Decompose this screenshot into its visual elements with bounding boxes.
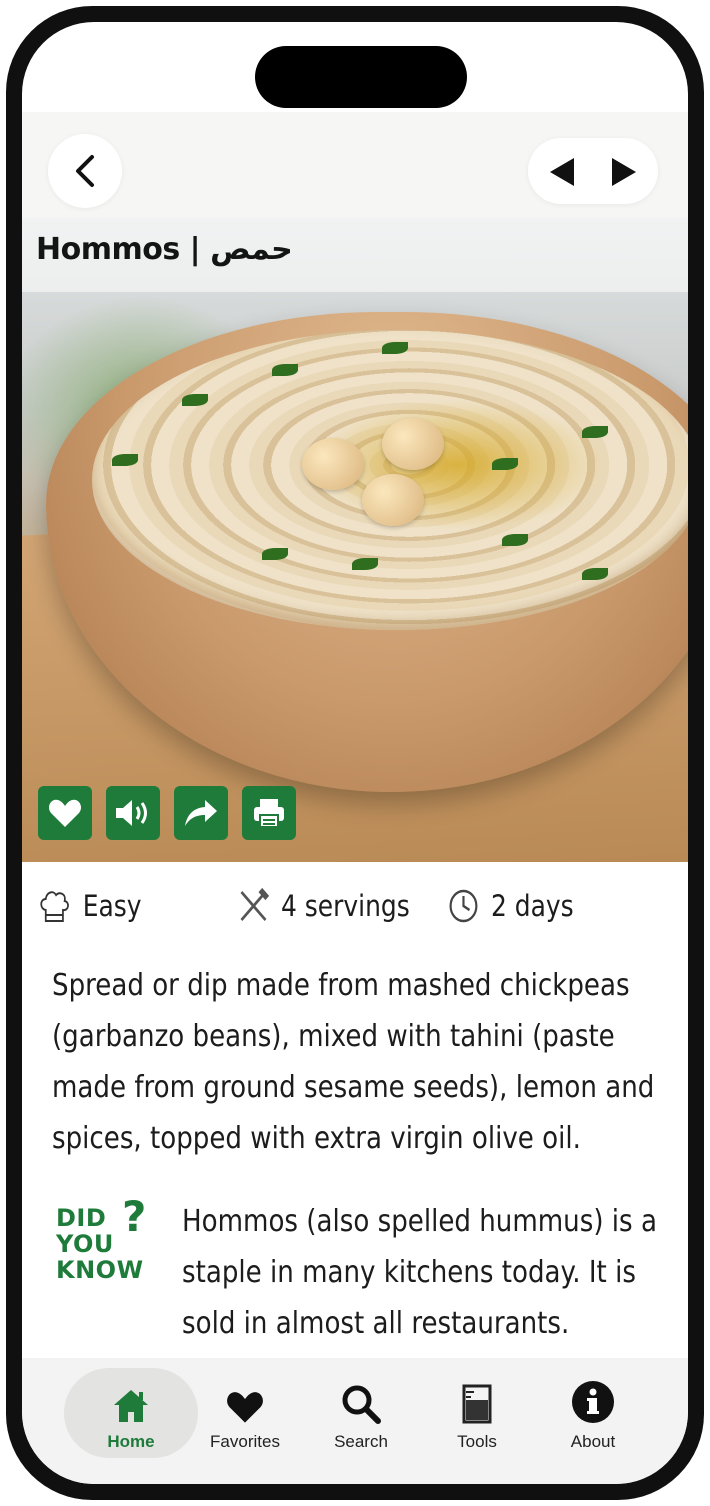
recipe-actions xyxy=(38,786,296,840)
tab-label: Search xyxy=(334,1432,388,1451)
utensils-icon xyxy=(240,888,269,922)
recipe-meta-row: Easy 4 servings 2 days xyxy=(38,876,678,936)
did-you-know-line: DID xyxy=(56,1204,107,1232)
tab-label: Favorites xyxy=(210,1432,280,1451)
chickpea xyxy=(302,438,364,490)
chickpea xyxy=(362,474,424,526)
did-you-know-line: YOU xyxy=(56,1230,114,1258)
did-you-know-line: KNOW xyxy=(56,1256,144,1284)
tab-about[interactable]: About xyxy=(534,1368,652,1458)
back-button[interactable] xyxy=(48,134,122,208)
recipe-pager xyxy=(528,138,658,204)
recipe-description: Spread or dip made from mashed chickpeas… xyxy=(52,968,655,1156)
favorite-button[interactable] xyxy=(38,786,92,840)
parsley-garnish xyxy=(492,458,518,470)
bottom-tab-bar: Home Favorites Search Tools About xyxy=(22,1358,688,1484)
servings-info: 4 servings xyxy=(238,876,410,936)
tab-search[interactable]: Search xyxy=(302,1368,420,1458)
did-you-know-badge: DID YOU KNOW ? xyxy=(56,1192,166,1284)
tab-tools[interactable]: Tools xyxy=(418,1368,536,1458)
time-info: 2 days xyxy=(448,876,574,936)
tab-label: Tools xyxy=(457,1432,497,1451)
time-label: 2 days xyxy=(491,889,574,923)
next-recipe-button[interactable] xyxy=(612,158,636,186)
parsley-garnish xyxy=(382,342,408,354)
heart-icon xyxy=(48,799,82,827)
did-you-know-text: Hommos (also spelled hummus) is a staple… xyxy=(182,1204,657,1341)
tab-label: About xyxy=(570,1432,616,1451)
parsley-garnish xyxy=(502,534,528,546)
parsley-garnish xyxy=(352,558,378,570)
dynamic-island xyxy=(255,46,467,108)
print-icon xyxy=(254,799,284,828)
speaker-icon xyxy=(116,800,147,826)
measuring-cup-icon xyxy=(462,1384,492,1424)
recipe-hero-image: Hommos | حمص xyxy=(22,218,688,862)
tab-label: Home xyxy=(107,1432,155,1451)
clock-icon xyxy=(449,889,478,923)
home-icon xyxy=(114,1390,148,1422)
chevron-left-icon xyxy=(76,155,94,187)
parsley-garnish xyxy=(262,548,288,560)
share-button[interactable] xyxy=(174,786,228,840)
search-icon xyxy=(342,1385,381,1424)
top-navigation-bar xyxy=(22,112,688,218)
previous-recipe-button[interactable] xyxy=(550,158,574,186)
parsley-garnish xyxy=(582,426,608,438)
chickpea xyxy=(382,418,444,470)
phone-frame: Hommos | حمص Easy 4 servings 2 days Spre… xyxy=(6,6,704,1500)
tab-favorites[interactable]: Favorites xyxy=(186,1368,304,1458)
parsley-garnish xyxy=(272,364,298,376)
parsley-garnish xyxy=(582,568,608,580)
audio-button[interactable] xyxy=(106,786,160,840)
parsley-garnish xyxy=(182,394,208,406)
tab-home[interactable]: Home xyxy=(64,1368,198,1458)
app-screen: Hommos | حمص Easy 4 servings 2 days Spre… xyxy=(22,22,688,1484)
servings-label: 4 servings xyxy=(281,889,410,923)
question-mark-icon: ? xyxy=(122,1192,147,1241)
chef-hat-icon xyxy=(40,891,69,922)
difficulty-label: Easy xyxy=(82,889,142,923)
share-icon xyxy=(185,800,217,826)
recipe-title: Hommos | حمص xyxy=(36,232,293,267)
print-button[interactable] xyxy=(242,786,296,840)
difficulty-info: Easy xyxy=(38,876,142,936)
heart-icon xyxy=(227,1392,263,1423)
info-icon xyxy=(572,1381,614,1423)
parsley-garnish xyxy=(112,454,138,466)
